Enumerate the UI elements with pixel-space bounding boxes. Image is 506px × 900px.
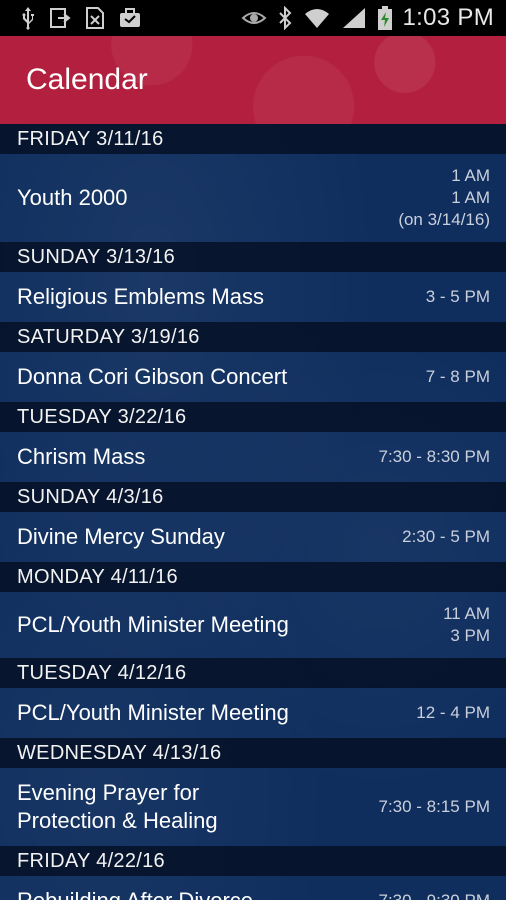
event-time: 12 - 4 PM xyxy=(416,702,490,724)
event-time: 3 - 5 PM xyxy=(426,286,490,308)
event-row[interactable]: Chrism Mass 7:30 - 8:30 PM xyxy=(0,432,506,482)
day-header: SUNDAY 3/13/16 xyxy=(0,242,506,272)
event-time: 1 AM 1 AM (on 3/14/16) xyxy=(398,165,490,231)
wifi-icon xyxy=(303,6,331,30)
event-time: 7 - 8 PM xyxy=(426,366,490,388)
day-header: SUNDAY 4/3/16 xyxy=(0,482,506,512)
usb-icon xyxy=(20,6,36,30)
day-header: FRIDAY 4/22/16 xyxy=(0,846,506,876)
event-title: Rebuilding After Divorce xyxy=(17,887,378,900)
event-row[interactable]: Divine Mercy Sunday 2:30 - 5 PM xyxy=(0,512,506,562)
event-row[interactable]: Youth 2000 1 AM 1 AM (on 3/14/16) xyxy=(0,154,506,242)
briefcase-icon xyxy=(118,7,142,29)
event-row[interactable]: Rebuilding After Divorce 7:30 - 9:30 PM xyxy=(0,876,506,900)
event-title-line: Protection & Healing xyxy=(17,808,218,833)
event-row[interactable]: Evening Prayer for Protection & Healing … xyxy=(0,768,506,846)
event-time: 7:30 - 8:15 PM xyxy=(378,796,490,818)
event-time-range: 2:30 - 5 PM xyxy=(402,527,490,546)
day-header: TUESDAY 4/12/16 xyxy=(0,658,506,688)
event-title: Divine Mercy Sunday xyxy=(17,524,225,549)
event-title: Youth 2000 xyxy=(17,185,128,210)
calendar-list[interactable]: FRIDAY 3/11/16 Youth 2000 1 AM 1 AM (on … xyxy=(0,124,506,900)
event-title: Chrism Mass xyxy=(17,444,146,469)
status-time: 1:03 PM xyxy=(402,4,494,31)
event-end-date: (on 3/14/16) xyxy=(398,210,490,229)
download-icon xyxy=(48,6,72,30)
battery-charging-icon xyxy=(377,5,393,31)
event-time-range: 7:30 - 8:30 PM xyxy=(378,447,490,466)
notification-icon xyxy=(84,6,106,30)
event-time-range: 7:30 - 8:15 PM xyxy=(378,797,490,816)
day-header: TUESDAY 3/22/16 xyxy=(0,402,506,432)
event-start-time: 1 AM xyxy=(451,166,490,185)
event-row[interactable]: PCL/Youth Minister Meeting 11 AM 3 PM xyxy=(0,592,506,658)
event-time: 7:30 - 8:30 PM xyxy=(378,446,490,468)
day-header: MONDAY 4/11/16 xyxy=(0,562,506,592)
event-row[interactable]: Donna Cori Gibson Concert 7 - 8 PM xyxy=(0,352,506,402)
event-end-time: 1 AM xyxy=(451,188,490,207)
day-header: FRIDAY 3/11/16 xyxy=(0,124,506,154)
event-time: 7:30 - 9:30 PM xyxy=(378,890,490,900)
event-time-range: 12 - 4 PM xyxy=(416,703,490,722)
event-title: PCL/Youth Minister Meeting xyxy=(17,700,289,725)
event-row[interactable]: Religious Emblems Mass 3 - 5 PM xyxy=(0,272,506,322)
event-time: 11 AM 3 PM xyxy=(443,603,490,647)
page-title: Calendar xyxy=(26,63,148,96)
event-title: Religious Emblems Mass xyxy=(17,284,264,309)
status-bar: 1:03 PM xyxy=(0,0,506,36)
event-time-range: 7 - 8 PM xyxy=(425,367,490,386)
event-start-time: 11 AM xyxy=(443,604,490,623)
event-time-range: 7:30 - 9:30 PM xyxy=(378,890,490,900)
event-title: Evening Prayer for Protection & Healing xyxy=(17,779,378,835)
event-title-line: Evening Prayer for xyxy=(17,780,200,805)
event-row[interactable]: PCL/Youth Minister Meeting 12 - 4 PM xyxy=(0,688,506,738)
bluetooth-icon xyxy=(277,6,293,30)
day-header: WEDNESDAY 4/13/16 xyxy=(0,738,506,768)
day-header: SATURDAY 3/19/16 xyxy=(0,322,506,352)
event-title: Donna Cori Gibson Concert xyxy=(17,364,288,389)
event-time-range: 3 - 5 PM xyxy=(425,287,490,306)
app-bar: Calendar xyxy=(0,36,506,124)
signal-icon xyxy=(341,6,367,30)
event-title: PCL/Youth Minister Meeting xyxy=(17,612,289,637)
eye-icon xyxy=(241,8,267,28)
event-end-time: 3 PM xyxy=(450,626,490,645)
event-time: 2:30 - 5 PM xyxy=(402,526,490,548)
